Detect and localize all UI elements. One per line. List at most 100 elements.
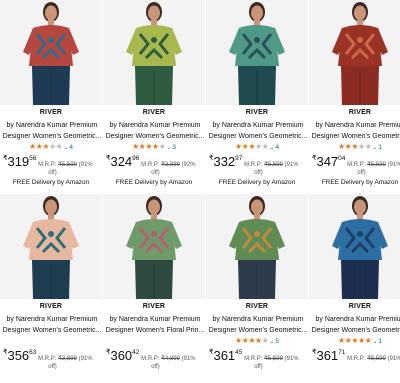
chevron-down-icon[interactable]: ⌄ xyxy=(372,145,377,151)
product-title-line[interactable]: by Narendra Kumar Premium xyxy=(311,315,400,326)
product-title-link[interactable]: by Narendra Kumar Premium Designer Women'… xyxy=(311,121,400,142)
product-title-line[interactable]: by Narendra Kumar Premium xyxy=(208,315,308,326)
product-card[interactable]: RIVER by Narendra Kumar Premium Designer W… xyxy=(103,194,205,383)
product-title-line[interactable]: Designer Women's Geometric... xyxy=(2,132,102,143)
product-image[interactable] xyxy=(103,194,205,299)
discount-off: off) xyxy=(151,364,160,370)
product-image[interactable] xyxy=(103,0,205,105)
mrp-value: ₹5,599 xyxy=(367,356,386,362)
star-rating[interactable]: ★★★★★⌄3 xyxy=(103,142,205,151)
product-title-line[interactable]: by Narendra Kumar Premium xyxy=(208,121,308,132)
price-fraction: 56 xyxy=(29,155,37,162)
product-title-link[interactable]: by Narendra Kumar Premium Designer Women'… xyxy=(2,315,102,336)
product-brand: RIVER xyxy=(348,303,372,310)
product-image[interactable] xyxy=(309,0,400,105)
delivery-info: FREE Delivery by Amazon xyxy=(12,179,90,186)
chevron-down-icon[interactable]: ⌄ xyxy=(166,145,171,151)
discount-off: off) xyxy=(254,364,263,370)
price-whole: 332 xyxy=(213,154,236,169)
product-card[interactable]: RIVER by Narendra Kumar Premium Designer W… xyxy=(0,194,102,383)
discount-percent: (91% xyxy=(387,162,400,168)
product-brand: RIVER xyxy=(142,303,166,310)
rating-count[interactable]: 4 xyxy=(275,144,279,151)
product-image[interactable] xyxy=(206,0,308,105)
mrp-label: M.R.P: xyxy=(38,162,57,168)
star-rating[interactable]: ★★★★★⌄4 xyxy=(0,142,102,151)
product-card[interactable]: RIVER by Narendra Kumar Premium Designer W… xyxy=(206,194,308,383)
discount-percent: (91% xyxy=(284,356,299,362)
product-model-photo xyxy=(23,196,79,299)
star-filled-icon: ★ xyxy=(248,336,255,345)
product-image[interactable] xyxy=(206,194,308,299)
star-filled-icon: ★ xyxy=(145,142,152,151)
rating-count[interactable]: 1 xyxy=(378,144,382,151)
product-title-line[interactable]: Designer Women's Geometric... xyxy=(2,326,102,337)
delivery-info: FREE Delivery by Amazon xyxy=(115,179,193,186)
product-title-line[interactable]: by Narendra Kumar Premium xyxy=(2,315,102,326)
star-filled-icon: ★ xyxy=(28,142,36,151)
star-rating[interactable]: ★★★★★⌄1 xyxy=(309,336,400,345)
product-title-line[interactable]: Designer Women's Geometric... xyxy=(208,132,308,143)
mrp-value: ₹5,599 xyxy=(264,356,283,362)
product-image[interactable] xyxy=(0,194,102,299)
product-title-line[interactable]: Designer Women's Geometric... xyxy=(208,326,308,337)
star-filled-icon: ★ xyxy=(358,336,365,345)
star-empty-icon: ★ xyxy=(255,142,262,151)
discount-percent: (91% xyxy=(78,356,93,362)
product-title-line[interactable]: by Narendra Kumar Premium xyxy=(105,315,205,326)
star-filled-icon: ★ xyxy=(364,336,372,345)
product-image[interactable] xyxy=(309,194,400,299)
product-model-photo xyxy=(23,2,79,105)
product-title-line[interactable]: Designer Women's Floral Prin... xyxy=(105,326,205,337)
product-title-link[interactable]: by Narendra Kumar Premium Designer Women'… xyxy=(208,121,308,142)
discount-off: off) xyxy=(48,364,57,370)
product-title-line[interactable]: Designer Women's Geometric... xyxy=(311,132,400,143)
price-fraction: 97 xyxy=(235,155,243,162)
product-model-photo xyxy=(229,2,285,105)
product-title-link[interactable]: by Narendra Kumar Premium Designer Women'… xyxy=(311,315,400,336)
product-card[interactable]: RIVER by Narendra Kumar Premium Designer W… xyxy=(0,0,102,189)
mrp-label: M.R.P: xyxy=(141,162,160,168)
chevron-down-icon[interactable]: ⌄ xyxy=(63,145,68,151)
star-empty-icon: ★ xyxy=(261,142,269,151)
rating-count[interactable]: 4 xyxy=(69,144,73,151)
product-model-photo xyxy=(126,2,182,105)
price-block: ₹36145 M.R.P: ₹5,599 (91% off) xyxy=(209,348,308,372)
product-title-line[interactable]: by Narendra Kumar Premium xyxy=(2,121,102,132)
price-fraction: 42 xyxy=(132,349,140,356)
product-card[interactable]: RIVER by Narendra Kumar Premium Designer W… xyxy=(309,0,400,189)
price-block: ₹35663 M.R.P: ₹3,899 (91% off) xyxy=(3,348,102,372)
price-fraction: 04 xyxy=(338,155,346,162)
price-whole: 361 xyxy=(213,348,236,363)
star-rating[interactable]: ★★★★★⌄4 xyxy=(206,142,308,151)
product-card[interactable]: RIVER by Narendra Kumar Premium Designer W… xyxy=(103,0,205,189)
star-filled-icon: ★ xyxy=(234,142,242,151)
mrp-label: M.R.P: xyxy=(38,356,57,362)
product-title-line[interactable]: by Narendra Kumar Premium xyxy=(311,121,400,132)
mrp-label: M.R.P: xyxy=(347,162,366,168)
product-card[interactable]: RIVER by Narendra Kumar Premium Designer W… xyxy=(309,194,400,383)
rating-count[interactable]: 1 xyxy=(378,338,382,345)
chevron-down-icon[interactable]: ⌄ xyxy=(269,145,274,151)
star-empty-icon: ★ xyxy=(261,336,269,345)
price-fraction: 71 xyxy=(338,349,346,356)
product-title-link[interactable]: by Narendra Kumar Premium Designer Women'… xyxy=(208,315,308,336)
rating-count[interactable]: 5 xyxy=(275,338,279,345)
chevron-down-icon[interactable]: ⌄ xyxy=(269,339,274,345)
star-rating[interactable]: ★★★★★⌄5 xyxy=(206,336,308,345)
product-title-line[interactable]: by Narendra Kumar Premium xyxy=(105,121,205,132)
star-rating[interactable]: ★★★★★⌄1 xyxy=(309,142,400,151)
rating-count[interactable]: 3 xyxy=(172,144,176,151)
product-card[interactable]: RIVER by Narendra Kumar Premium Designer W… xyxy=(206,0,308,189)
chevron-down-icon[interactable]: ⌄ xyxy=(372,339,377,345)
discount-off: off) xyxy=(48,170,57,176)
star-filled-icon: ★ xyxy=(131,142,139,151)
product-title-link[interactable]: by Narendra Kumar Premium Designer Women'… xyxy=(105,121,205,142)
product-title-line[interactable]: Designer Women's Geometric... xyxy=(311,326,400,337)
product-image[interactable] xyxy=(0,0,102,105)
product-title-link[interactable]: by Narendra Kumar Premium Designer Women'… xyxy=(105,315,205,336)
price-block: ₹33297 M.R.P: ₹5,599 (91% off) xyxy=(209,154,308,178)
product-title-link[interactable]: by Narendra Kumar Premium Designer Women'… xyxy=(2,121,102,142)
product-brand: RIVER xyxy=(39,109,63,116)
product-title-line[interactable]: Designer Women's Geometric... xyxy=(105,132,205,143)
